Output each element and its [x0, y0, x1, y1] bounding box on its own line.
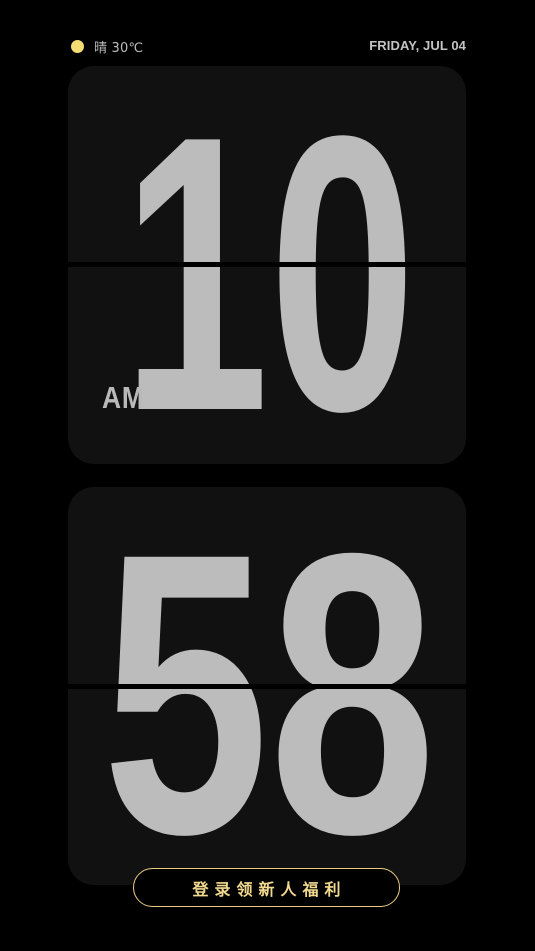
login-bonus-label: 登录领新人福利 [192, 879, 347, 899]
minutes-flip-card[interactable]: 58 [68, 487, 466, 885]
hours-flip-card[interactable]: 10 AM [68, 66, 466, 464]
sun-icon [71, 39, 84, 53]
date-label: FRIDAY, JUL 04 [369, 38, 466, 53]
login-bonus-button[interactable]: 登录领新人福利 [133, 868, 400, 907]
weather-widget[interactable]: 晴 30℃ [68, 36, 143, 56]
am-pm-indicator: AM [102, 380, 145, 415]
minutes-flip-divider [68, 684, 466, 689]
hours-flip-divider [68, 262, 466, 267]
status-bar: 晴 30℃ FRIDAY, JUL 04 [68, 36, 466, 56]
weather-text: 晴 30℃ [94, 40, 144, 56]
